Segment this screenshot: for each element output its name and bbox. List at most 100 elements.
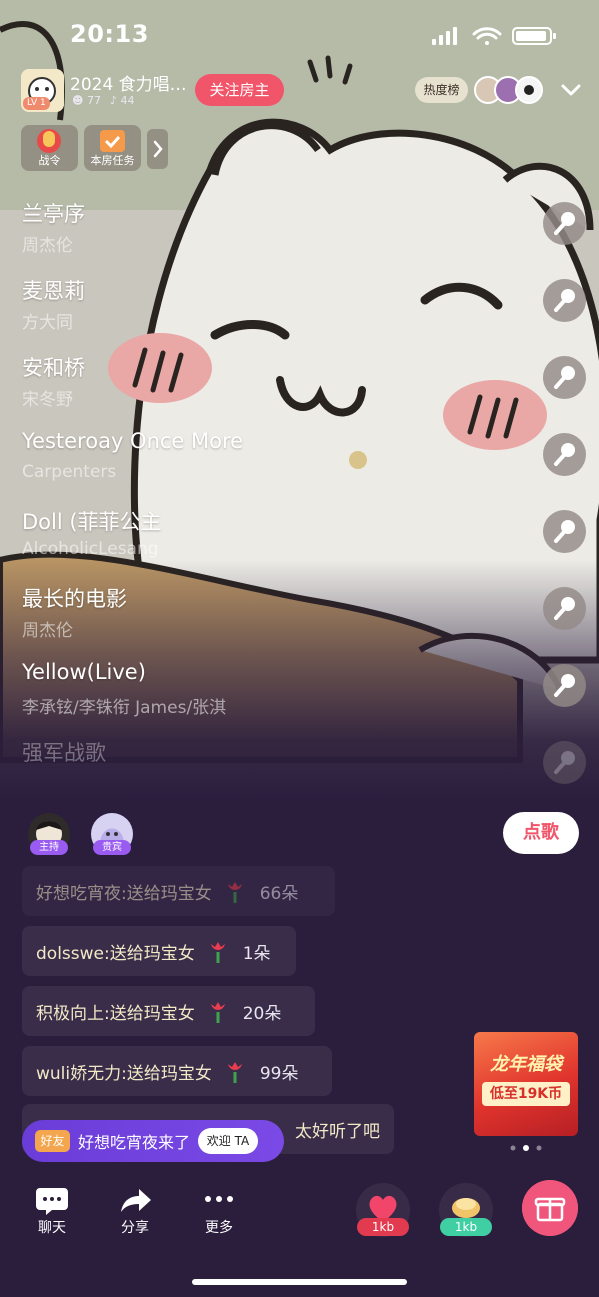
promo-subtitle: 低至19K币 xyxy=(482,1082,570,1106)
gift-box-icon[interactable] xyxy=(522,1180,578,1236)
hot-rank-button[interactable]: 热度榜 xyxy=(415,77,468,103)
more-label: 更多 xyxy=(205,1220,233,1236)
room-level-badge: LV 1 xyxy=(23,97,50,110)
song-title: 最长的电影 xyxy=(22,587,127,611)
song-title: Doll (菲菲公主 xyxy=(22,510,162,534)
mic-count-group: ♪ 44 xyxy=(110,94,135,107)
chat-count: 1朵 xyxy=(242,943,271,964)
host-role-tag: 主持 xyxy=(30,840,68,855)
song-artist: Carpenters xyxy=(22,462,117,482)
song-artist: 宋冬野 xyxy=(22,390,73,410)
rose-icon xyxy=(210,1002,225,1023)
heart-gift[interactable]: 1kb xyxy=(355,1182,411,1238)
carousel-dots xyxy=(510,1145,542,1151)
mic-icon[interactable] xyxy=(543,433,586,476)
chat-text: wuli娇无力:送给玛宝女 xyxy=(36,1063,212,1084)
coin-gift-value: 1kb xyxy=(440,1218,492,1236)
song-item[interactable]: 安和桥 宋冬野 xyxy=(22,352,542,429)
song-item[interactable]: Yesteroay Once More Carpenters xyxy=(22,429,542,506)
room-avatar[interactable]: LV 1 xyxy=(21,69,64,112)
friend-tag: 好友 xyxy=(35,1130,70,1152)
guest-avatar[interactable]: 贵宾 xyxy=(90,812,134,856)
guest-role-tag: 贵宾 xyxy=(93,840,131,855)
share-tool[interactable]: 分享 xyxy=(105,1186,165,1236)
room-stats: ☻ 77 ♪ 44 xyxy=(72,94,135,107)
chat-message: wuli娇无力:送给玛宝女 99朵 xyxy=(22,1046,332,1096)
mic-icon[interactable] xyxy=(543,510,586,553)
mic-small-icon: ♪ xyxy=(109,94,117,107)
promo-banner[interactable]: 龙年福袋 低至19K币 xyxy=(474,1032,578,1136)
chat-message: 积极向上:送给玛宝女 20朵 xyxy=(22,986,315,1036)
room-task-label: 本房任务 xyxy=(90,154,135,167)
person-icon: ☻ xyxy=(72,94,84,107)
battle-pass-label: 战令 xyxy=(38,154,61,167)
song-artist: 李承铉/李铢衔 James/张淇 xyxy=(22,698,227,718)
song-item[interactable]: Doll (菲菲公主 AlcoholicLesang xyxy=(22,506,542,583)
mic-icon[interactable] xyxy=(543,587,586,630)
chat-text: 太好听了吧 xyxy=(295,1121,380,1142)
mic-icon[interactable] xyxy=(543,279,586,322)
home-indicator xyxy=(192,1279,407,1285)
promo-title: 龙年福袋 xyxy=(490,1054,562,1075)
chat-count: 99朵 xyxy=(259,1063,299,1084)
song-title: 麦恩莉 xyxy=(22,279,85,303)
member-count-group: ☻ 77 xyxy=(72,94,101,107)
mic-count: 44 xyxy=(120,94,135,107)
status-icons xyxy=(432,27,556,45)
request-song-button[interactable]: 点歌 xyxy=(503,812,579,854)
chat-text: 积极向上:送给玛宝女 xyxy=(36,1003,195,1024)
wifi-icon xyxy=(472,27,502,45)
cellular-icon xyxy=(432,27,457,45)
audience-avatars[interactable] xyxy=(473,75,545,105)
chat-bubble-icon xyxy=(36,1188,68,1215)
song-artist: 周杰伦 xyxy=(22,236,73,256)
room-task-badge[interactable]: 本房任务 xyxy=(84,125,141,171)
chat-message: 好想吃宵夜:送给玛宝女 66朵 xyxy=(22,866,335,916)
rose-icon xyxy=(227,1062,242,1083)
coin-gift[interactable]: 1kb xyxy=(438,1182,494,1238)
more-dots-icon xyxy=(205,1196,233,1202)
song-item[interactable]: 兰亭序 周杰伦 xyxy=(22,198,542,275)
song-artist: 周杰伦 xyxy=(22,621,73,641)
chevron-right-icon[interactable] xyxy=(147,129,168,169)
welcome-notification: 好友 好想吃宵夜来了 欢迎 TA xyxy=(22,1120,284,1162)
rose-icon xyxy=(227,882,242,903)
welcome-text: 好想吃宵夜来了 xyxy=(78,1133,191,1152)
chat-count: 20朵 xyxy=(242,1003,282,1024)
heart-gift-value: 1kb xyxy=(357,1218,409,1236)
battle-pass-badge[interactable]: 战令 xyxy=(21,125,78,171)
song-title: 兰亭序 xyxy=(22,202,85,226)
rose-icon xyxy=(210,942,225,963)
song-item[interactable]: 麦恩莉 方大同 xyxy=(22,275,542,352)
room-title[interactable]: 2024 食力唱… xyxy=(70,70,187,95)
chat-text: dolsswe:送给玛宝女 xyxy=(36,943,195,964)
member-count: 77 xyxy=(86,94,101,107)
mic-icon[interactable] xyxy=(543,356,586,399)
song-title: Yesteroay Once More xyxy=(22,429,244,453)
song-title: 安和桥 xyxy=(22,356,85,380)
chat-tool[interactable]: 聊天 xyxy=(22,1186,82,1236)
chat-text: 好想吃宵夜:送给玛宝女 xyxy=(36,883,212,904)
welcome-button[interactable]: 欢迎 TA xyxy=(198,1128,259,1154)
share-label: 分享 xyxy=(121,1220,149,1236)
follow-owner-button[interactable]: 关注房主 xyxy=(195,74,284,106)
chat-count: 66朵 xyxy=(259,883,299,904)
battery-icon xyxy=(512,27,556,45)
mic-icon[interactable] xyxy=(543,741,586,784)
mic-icon[interactable] xyxy=(543,664,586,707)
song-title: Yellow(Live) xyxy=(22,660,146,684)
mic-icon[interactable] xyxy=(543,202,586,245)
song-artist: 方大同 xyxy=(22,313,73,333)
chevron-down-icon[interactable] xyxy=(559,80,583,100)
chat-label: 聊天 xyxy=(38,1220,66,1236)
host-avatar[interactable]: 主持 xyxy=(27,812,71,856)
more-tool[interactable]: 更多 xyxy=(189,1186,249,1236)
song-item[interactable]: 最长的电影 周杰伦 xyxy=(22,583,542,660)
chat-message: dolsswe:送给玛宝女 1朵 xyxy=(22,926,296,976)
song-item[interactable]: 强军战歌 xyxy=(22,737,542,814)
song-item[interactable]: Yellow(Live) 李承铉/李铢衔 James/张淇 xyxy=(22,660,542,737)
share-arrow-icon xyxy=(121,1189,151,1212)
song-title: 强军战歌 xyxy=(22,741,106,765)
song-artist: AlcoholicLesang xyxy=(22,539,159,559)
status-time: 20:13 xyxy=(70,20,149,48)
